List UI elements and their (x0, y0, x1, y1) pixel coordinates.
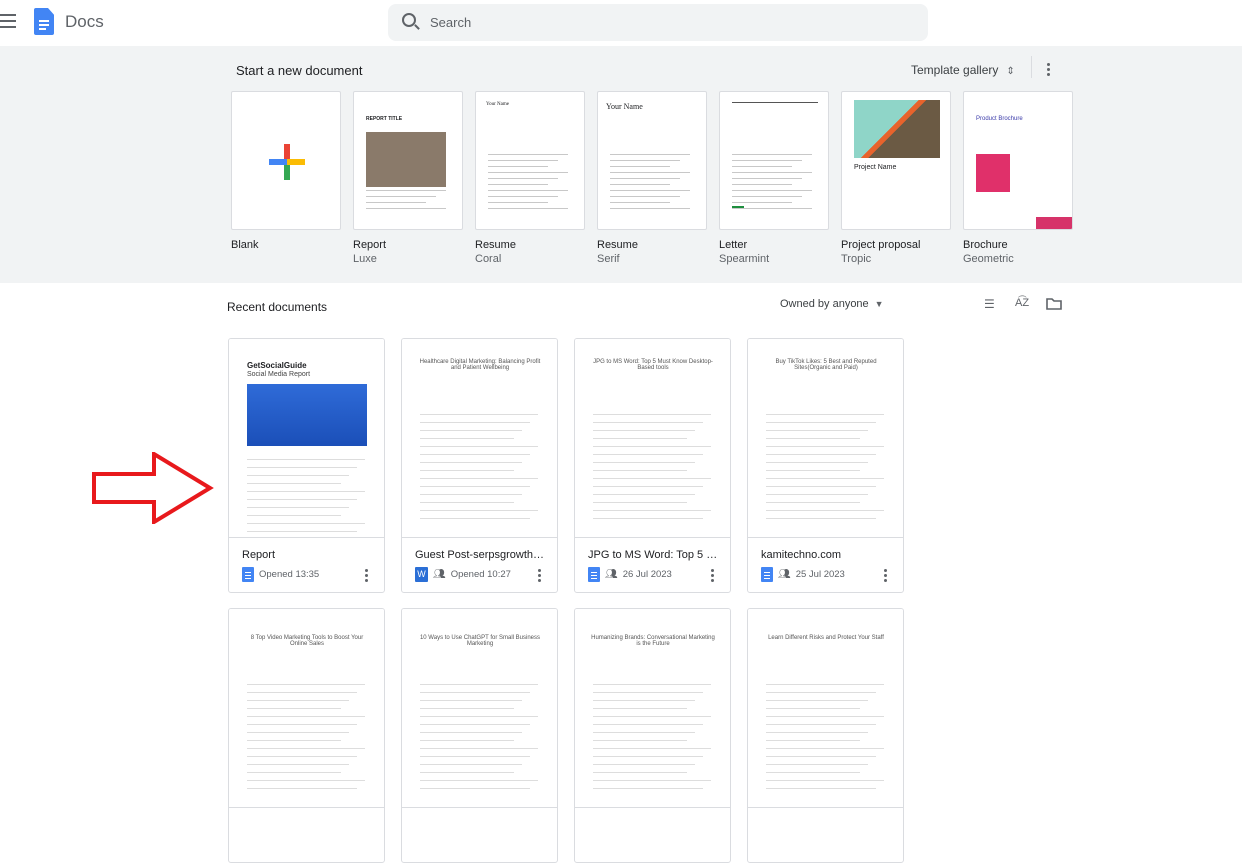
document-thumbnail[interactable]: 8 Top Video Marketing Tools to Boost You… (229, 609, 384, 808)
template-thumbnail[interactable]: Your Name (475, 91, 585, 230)
search-input[interactable] (430, 4, 910, 41)
document-title: Report (242, 549, 276, 561)
document-thumbnail[interactable]: Learn Different Risks and Protect Your S… (748, 609, 903, 808)
unfold-icon: ⇕ (1006, 66, 1015, 77)
template-name: Blank (231, 239, 259, 251)
document-more-icon[interactable] (365, 567, 369, 584)
template-brochure-geometric[interactable]: Product Brochure Brochure Geometric (963, 91, 1073, 265)
preview-title: 8 Top Video Marketing Tools to Boost You… (250, 635, 364, 647)
document-title: JPG to MS Word: Top 5 M... (588, 549, 718, 561)
document-title: kamitechno.com (761, 549, 842, 561)
document-title: Guest Post-serpsgrowth.... (415, 549, 545, 561)
document-more-icon[interactable] (711, 567, 715, 584)
template-subtitle: Luxe (353, 253, 377, 265)
template-resume-serif[interactable]: Your Name Resume Serif (597, 91, 707, 265)
document-card[interactable]: 8 Top Video Marketing Tools to Boost You… (228, 608, 385, 863)
word-file-icon: W (415, 567, 428, 582)
template-thumbnail[interactable]: Your Name (597, 91, 707, 230)
docs-file-icon (242, 567, 254, 582)
document-thumbnail[interactable]: GetSocialGuide Social Media Report (229, 339, 384, 538)
folder-icon[interactable] (1046, 297, 1062, 313)
template-subtitle: Serif (597, 253, 620, 265)
template-subtitle: Spearmint (719, 253, 770, 265)
template-letter-spearmint[interactable]: Letter Spearmint (719, 91, 829, 265)
document-meta: 26 Jul 2023 (622, 569, 672, 580)
preview-title: Humanizing Brands: Conversational Market… (591, 635, 715, 647)
preview-title: JPG to MS Word: Top 5 Must Know Desktop-… (593, 359, 713, 371)
template-name: Letter (719, 239, 748, 251)
list-view-icon[interactable]: ☰ (984, 297, 995, 311)
template-name: Resume (475, 239, 516, 251)
document-card[interactable]: GetSocialGuide Social Media Report Report O… (228, 338, 385, 593)
owner-filter-label: Owned by anyone (780, 298, 869, 310)
docs-logo[interactable] (34, 8, 54, 35)
template-thumbnail[interactable] (231, 91, 341, 230)
template-thumbnail[interactable]: REPORT TITLE (353, 91, 463, 230)
template-name: Project proposal (841, 239, 921, 251)
document-card[interactable]: Buy TikTok Likes: 5 Best and Reputed Sit… (747, 338, 904, 593)
document-meta: 25 Jul 2023 (795, 569, 845, 580)
template-report-luxe[interactable]: REPORT TITLE Report Luxe (353, 91, 463, 265)
preview-title: Product Brochure (976, 116, 1023, 122)
shared-people-icon: 👥︎ (433, 569, 446, 580)
sort-az-icon[interactable]: A͡Z (1015, 297, 1029, 309)
shared-people-icon: 👥︎ (778, 569, 791, 580)
template-name: Report (353, 239, 387, 251)
template-name: Brochure (963, 239, 1008, 251)
preview-subtitle: Social Media Report (247, 371, 311, 378)
recent-heading: Recent documents (227, 300, 328, 314)
document-card[interactable]: Humanizing Brands: Conversational Market… (574, 608, 731, 863)
document-meta: Opened 13:35 (259, 569, 320, 580)
template-gallery-button[interactable]: Template gallery ⇕ (911, 63, 1015, 77)
document-more-icon[interactable] (884, 567, 888, 584)
document-thumbnail[interactable]: JPG to MS Word: Top 5 Must Know Desktop-… (575, 339, 730, 538)
caret-down-icon: ▼ (874, 299, 884, 309)
template-subtitle: Coral (475, 253, 502, 265)
template-subtitle: Geometric (963, 253, 1014, 265)
preview-title: Your Name (606, 102, 643, 111)
search-box[interactable] (388, 4, 928, 41)
preview-title: Healthcare Digital Marketing: Balancing … (419, 359, 541, 371)
preview-title: Learn Different Risks and Protect Your S… (768, 635, 884, 641)
template-thumbnail[interactable]: Product Brochure (963, 91, 1073, 230)
section-heading: Start a new document (236, 63, 363, 78)
document-thumbnail[interactable]: Buy TikTok Likes: 5 Best and Reputed Sit… (748, 339, 903, 538)
template-thumbnail[interactable] (719, 91, 829, 230)
template-resume-coral[interactable]: Your Name Resume Coral (475, 91, 585, 265)
preview-title: Project Name (854, 164, 897, 171)
red-arrow-annotation (92, 452, 214, 524)
document-card[interactable]: 10 Ways to Use ChatGPT for Small Busines… (401, 608, 558, 863)
top-bar: Docs (0, 0, 1242, 46)
preview-title: GetSocialGuide (247, 361, 307, 370)
document-more-icon[interactable] (538, 567, 542, 584)
template-blank-blank[interactable]: Blank (231, 91, 341, 253)
gallery-label: Template gallery (911, 63, 999, 77)
more-options-icon[interactable] (1047, 61, 1051, 78)
template-thumbnail[interactable]: Project Name (841, 91, 951, 230)
template-subtitle: Tropic (841, 253, 872, 265)
search-icon[interactable] (402, 13, 416, 27)
app-title[interactable]: Docs (65, 12, 104, 32)
preview-title: REPORT TITLE (366, 116, 403, 122)
document-meta: Opened 10:27 (450, 569, 511, 580)
document-card[interactable]: Healthcare Digital Marketing: Balancing … (401, 338, 558, 593)
preview-title: 10 Ways to Use ChatGPT for Small Busines… (419, 635, 541, 647)
document-thumbnail[interactable]: 10 Ways to Use ChatGPT for Small Busines… (402, 609, 557, 808)
divider (1031, 56, 1032, 78)
template-project-proposal-tropic[interactable]: Project Name Project proposal Tropic (841, 91, 951, 265)
shared-people-icon: 👥︎ (605, 569, 618, 580)
preview-title: Buy TikTok Likes: 5 Best and Reputed Sit… (775, 359, 877, 371)
owner-filter-dropdown[interactable]: Owned by anyone ▼ (780, 298, 884, 310)
document-card[interactable]: JPG to MS Word: Top 5 Must Know Desktop-… (574, 338, 731, 593)
document-thumbnail[interactable]: Healthcare Digital Marketing: Balancing … (402, 339, 557, 538)
menu-icon[interactable] (0, 14, 16, 28)
document-card[interactable]: Learn Different Risks and Protect Your S… (747, 608, 904, 863)
plus-icon (269, 144, 305, 180)
docs-file-icon (761, 567, 773, 582)
template-section: Start a new document Template gallery ⇕ B… (0, 46, 1242, 283)
preview-title: Your Name (486, 102, 509, 107)
document-thumbnail[interactable]: Humanizing Brands: Conversational Market… (575, 609, 730, 808)
template-name: Resume (597, 239, 638, 251)
docs-file-icon (588, 567, 600, 582)
